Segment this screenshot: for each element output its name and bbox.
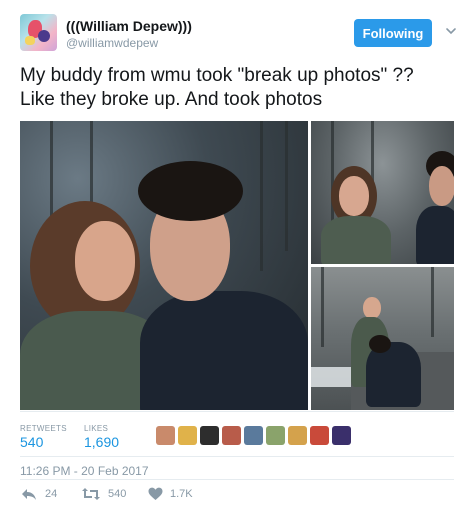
avatar[interactable] — [20, 14, 57, 51]
liker-avatar[interactable] — [200, 426, 219, 445]
photo-figure — [416, 206, 454, 264]
author-name[interactable]: (((William Depew))) — [66, 18, 192, 34]
tweet-actions: 24 540 1.7K — [20, 487, 454, 507]
like-count: 1.7K — [170, 488, 193, 500]
retweets-label: RETWEETS — [20, 424, 67, 433]
liker-avatar[interactable] — [288, 426, 307, 445]
tweet-timestamp[interactable]: 11:26 PM - 20 Feb 2017 — [20, 464, 149, 478]
photo-tree — [321, 267, 324, 347]
retweet-button[interactable]: 540 — [81, 487, 126, 501]
chevron-down-icon[interactable] — [444, 24, 458, 38]
heart-icon — [148, 487, 163, 500]
reply-count: 24 — [45, 488, 58, 500]
author-handle[interactable]: @williamwdepew — [66, 36, 158, 50]
photo-tree — [260, 121, 263, 271]
avatar-art-dot — [38, 30, 50, 42]
likes-label: LIKES — [84, 424, 109, 433]
liker-avatar[interactable] — [156, 426, 175, 445]
tweet-stats: RETWEETS 540 LIKES 1,690 — [20, 420, 454, 460]
like-button[interactable]: 1.7K — [148, 487, 193, 501]
liker-avatar[interactable] — [310, 426, 329, 445]
photo-bottom-right[interactable] — [311, 267, 454, 410]
tweet-text: My buddy from wmu took "break up photos"… — [20, 65, 414, 110]
liker-avatar[interactable] — [332, 426, 351, 445]
likes-count[interactable]: 1,690 — [84, 434, 119, 450]
photo-top-right[interactable] — [311, 121, 454, 264]
photo-tree — [431, 267, 434, 337]
photo-figure — [138, 161, 243, 221]
liker-avatars — [156, 426, 351, 445]
photo-figure — [321, 216, 391, 264]
liker-avatar[interactable] — [222, 426, 241, 445]
photo-snow — [311, 367, 351, 387]
retweet-icon — [82, 488, 100, 500]
divider — [20, 411, 454, 412]
photo-figure — [369, 335, 391, 353]
following-button[interactable]: Following — [354, 19, 432, 47]
photo-main[interactable] — [20, 121, 308, 410]
reply-icon — [22, 489, 36, 500]
photo-figure — [75, 221, 135, 301]
photo-tree — [285, 121, 288, 251]
photo-figure — [339, 176, 369, 216]
reply-button[interactable]: 24 — [20, 487, 57, 501]
photo-grid — [20, 121, 454, 410]
liker-avatar[interactable] — [244, 426, 263, 445]
divider — [20, 479, 454, 480]
liker-avatar[interactable] — [178, 426, 197, 445]
divider — [20, 456, 454, 457]
retweet-count: 540 — [108, 488, 127, 500]
liker-avatar[interactable] — [266, 426, 285, 445]
photo-figure — [140, 291, 308, 410]
tweet-header: (((William Depew))) @williamwdepew Follo… — [20, 14, 460, 54]
photo-figure — [363, 297, 381, 319]
photo-figure — [429, 166, 454, 206]
avatar-art-spot — [25, 36, 35, 45]
retweets-count[interactable]: 540 — [20, 434, 43, 450]
